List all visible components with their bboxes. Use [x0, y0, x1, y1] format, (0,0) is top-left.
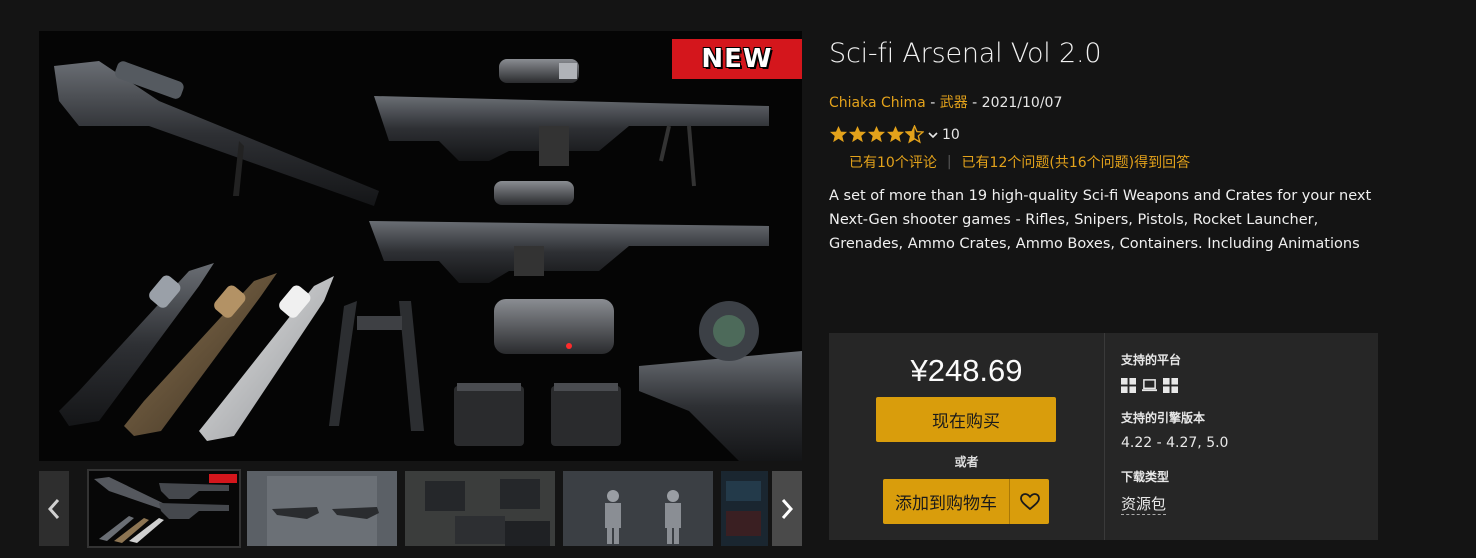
purchase-panel: ¥248.69 现在购买 或者 添加到购物车 支持的平台 支持的引擎版本 4.2… — [829, 333, 1378, 540]
or-label: 或者 — [954, 455, 979, 469]
download-type-link[interactable]: 资源包 — [1121, 493, 1167, 515]
category-link[interactable]: 武器 — [940, 95, 968, 111]
review-links: 已有10个评论 | 已有12个问题(共16个问题)得到回答 — [849, 152, 1190, 172]
windows-icon — [1121, 378, 1136, 393]
star-rating — [829, 125, 924, 144]
star-icon — [867, 125, 886, 143]
chevron-down-icon[interactable] — [928, 131, 938, 139]
star-icon — [829, 125, 848, 143]
engine-versions: 4.22 - 4.27, 5.0 — [1121, 435, 1229, 451]
price: ¥248.69 — [910, 353, 1023, 388]
product-title: Sci-fi Arsenal Vol 2.0 — [829, 38, 1102, 69]
previous-thumbnail-button[interactable] — [39, 471, 69, 546]
new-badge-label: NEW — [701, 44, 773, 74]
panel-divider — [1104, 333, 1105, 540]
platforms-label: 支持的平台 — [1121, 353, 1182, 367]
product-meta: Chiaka Chima - 武器 - 2021/10/07 — [829, 92, 1062, 112]
bipod — [329, 301, 424, 431]
sniper-rifle-middle — [369, 181, 769, 283]
thumbnail-3[interactable] — [405, 471, 555, 546]
release-date: 2021/10/07 — [981, 95, 1063, 111]
thumbnail-5[interactable] — [721, 471, 768, 546]
weapons-render — [54, 59, 802, 461]
buy-now-button[interactable]: 现在购买 — [876, 397, 1056, 442]
star-icon — [886, 125, 905, 143]
scope — [494, 299, 614, 354]
add-to-cart-group: 添加到购物车 — [883, 479, 1049, 524]
link-divider: | — [946, 154, 952, 170]
sniper-rifle-diagonal — [54, 61, 379, 206]
main-preview-image[interactable]: NEW — [39, 31, 802, 461]
heart-icon — [1019, 492, 1040, 510]
star-icon — [848, 125, 867, 143]
thumbnail-4[interactable] — [563, 471, 713, 546]
add-to-cart-button[interactable]: 添加到购物车 — [883, 479, 1009, 524]
author-link[interactable]: Chiaka Chima — [829, 95, 926, 111]
next-thumbnail-button[interactable] — [772, 471, 802, 546]
meta-separator: - — [967, 95, 982, 111]
rating-count: 10 — [942, 126, 960, 143]
rifle-closeup — [639, 301, 802, 461]
thumbnail-2[interactable] — [247, 471, 397, 546]
rifle-grey — [59, 263, 214, 426]
ammo-crates — [454, 383, 621, 446]
download-type-label: 下载类型 — [1121, 470, 1170, 484]
thumbnail-1[interactable] — [87, 469, 241, 548]
meta-separator: - — [925, 95, 940, 111]
purchase-actions: ¥248.69 现在购买 或者 添加到购物车 — [829, 333, 1104, 540]
wishlist-button[interactable] — [1009, 479, 1049, 524]
rating-summary[interactable]: 10 — [829, 125, 960, 144]
reviews-link[interactable]: 已有10个评论 — [849, 152, 937, 172]
thumbnail-strip — [39, 469, 802, 548]
questions-link[interactable]: 已有12个问题(共16个问题)得到回答 — [962, 152, 1191, 172]
laptop-icon — [1142, 379, 1157, 392]
product-description: A set of more than 19 high-quality Sci-f… — [829, 188, 1372, 252]
chevron-left-icon — [47, 498, 60, 519]
engine-label: 支持的引擎版本 — [1121, 411, 1206, 425]
platform-icons — [1121, 378, 1178, 393]
new-badge: NEW — [672, 39, 802, 79]
chevron-right-icon — [781, 498, 794, 519]
half-star-icon — [905, 125, 924, 144]
windows-icon — [1163, 378, 1178, 393]
